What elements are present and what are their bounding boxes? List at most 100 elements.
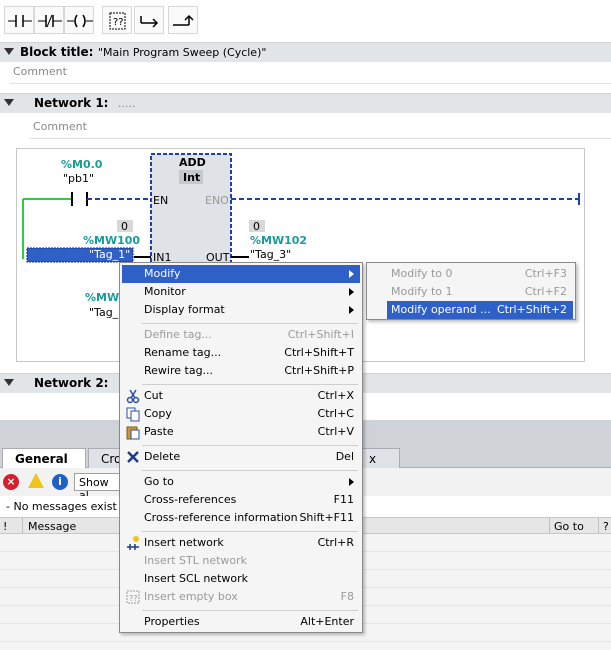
menu-item-modify[interactable]: Modify [122,265,360,283]
network-1-header[interactable]: Network 1: ..... [0,93,611,113]
column-message[interactable]: Message [28,520,76,533]
menu-item-paste[interactable]: Paste Ctrl+V [122,423,360,441]
menu-item-insert-empty-box[interactable]: ?? Insert empty box F8 [122,588,360,606]
menu-item-define-tag[interactable]: Define tag... Ctrl+Shift+I [122,326,360,344]
submenu-arrow-icon [349,478,354,486]
paste-icon [126,426,140,440]
menu-shortcut: Alt+Enter [300,615,354,628]
menu-item-delete[interactable]: Delete Del [122,448,360,466]
menu-item-insert-stl-network[interactable]: Insert STL network [122,552,360,570]
close-branch-button[interactable] [168,6,198,34]
menu-item-display-format[interactable]: Display format [122,301,360,319]
menu-item-cross-reference-info[interactable]: Cross-reference information Shift+F11 [122,509,360,527]
menu-item-cross-references[interactable]: Cross-references F11 [122,491,360,509]
menu-item-properties[interactable]: Properties Alt+Enter [122,613,360,631]
insert-network-icon [127,536,139,550]
network-1-title[interactable]: ..... [118,97,135,110]
menu-label: Display format [144,303,225,316]
empty-box-icon: ?? [126,590,140,604]
delete-x-icon [127,451,139,463]
menu-label: Modify operand ... [391,303,491,316]
menu-separator [142,384,358,385]
menu-shortcut: Del [335,450,354,463]
add-box-name[interactable]: ADD [179,156,206,169]
no-contact-button[interactable] [4,6,34,34]
menu-separator [142,323,358,324]
network-2-label: Network 2: [34,376,109,390]
collapse-triangle-icon[interactable] [4,99,14,106]
menu-separator [142,531,358,532]
menu-shortcut: Ctrl+F2 [524,285,567,298]
menu-label: Cross-reference information [144,511,298,524]
menu-item-rewire-tag[interactable]: Rewire tag... Ctrl+Shift+P [122,362,360,380]
menu-label: Cross-references [144,493,237,506]
contact-address[interactable]: %M0.0 [61,158,102,171]
menu-item-monitor[interactable]: Monitor [122,283,360,301]
menu-item-copy[interactable]: Copy Ctrl+C [122,405,360,423]
menu-label: Properties [144,615,200,628]
menu-shortcut: Ctrl+Shift+I [287,328,354,341]
block-title-value[interactable]: "Main Program Sweep (Cycle)" [98,46,266,59]
column-help[interactable]: ? [603,520,609,533]
submenu-arrow-icon [349,288,354,296]
menu-label: Rewire tag... [144,364,214,377]
menu-label: Delete [144,450,181,463]
add-box-type[interactable]: Int [183,171,200,184]
menu-shortcut: Ctrl+Shift+T [284,346,354,359]
menu-label: Modify [144,267,181,280]
network-1-label: Network 1: [34,96,109,110]
in1-monitor-value: 0 [121,220,128,233]
block-comment-field[interactable]: Comment [10,62,611,84]
menu-item-cut[interactable]: Cut Ctrl+X [122,387,360,405]
block-title-label: Block title: [20,45,94,59]
column-bang[interactable]: ! [3,520,7,533]
menu-item-modify-to-1[interactable]: Modify to 1 Ctrl+F2 [387,283,573,301]
submenu-arrow-icon [349,306,354,314]
collapse-triangle-icon[interactable] [4,48,14,55]
empty-box-icon: ?? [109,12,126,30]
menu-item-go-to[interactable]: Go to [122,473,360,491]
column-goto[interactable]: Go to [554,520,584,533]
block-title-header[interactable]: Block title: "Main Program Sweep (Cycle)… [0,42,611,62]
menu-item-insert-network[interactable]: Insert network Ctrl+R [122,534,360,552]
menu-shortcut: Ctrl+R [317,536,354,549]
menu-shortcut: F8 [340,590,354,603]
svg-text:??: ?? [129,594,138,603]
menu-shortcut: Ctrl+F3 [524,267,567,280]
out-tag[interactable]: "Tag_3" [250,248,291,261]
menu-shortcut: Shift+F11 [299,511,354,524]
nc-contact-icon [38,14,62,28]
open-branch-button[interactable] [134,6,164,34]
menu-item-insert-scl-network[interactable]: Insert SCL network [122,570,360,588]
open-branch-icon [140,16,159,28]
in2-tag[interactable]: "Tag_ [89,306,118,319]
menu-label: Go to [144,475,174,488]
out-address[interactable]: %MW102 [250,234,307,247]
nc-contact-button[interactable] [34,6,64,34]
menu-shortcut: Ctrl+C [317,407,354,420]
menu-shortcut: Ctrl+V [317,425,354,438]
info-filter-icon[interactable]: i [52,474,68,490]
menu-label: Paste [144,425,174,438]
menu-item-rename-tag[interactable]: Rename tag... Ctrl+Shift+T [122,344,360,362]
menu-label: Modify to 0 [391,267,453,280]
error-filter-icon[interactable]: × [3,474,19,490]
tab-general[interactable]: General [2,448,86,469]
collapse-triangle-icon[interactable] [4,379,14,386]
show-all-dropdown[interactable]: Show al [74,473,122,502]
network-1-comment-field[interactable]: Comment [30,117,611,139]
no-messages-text: - No messages exist [6,500,117,513]
in1-address[interactable]: %MW100 [83,234,140,247]
empty-box-button[interactable]: ?? [102,6,132,34]
menu-item-modify-operand[interactable]: Modify operand ... Ctrl+Shift+2 [387,301,573,319]
menu-separator [142,445,358,446]
svg-text:??: ?? [113,17,124,28]
contact-tag[interactable]: "pb1" [63,172,94,185]
warning-filter-icon[interactable] [28,473,44,488]
ladder-toolbar: ?? [0,0,611,42]
menu-item-modify-to-0[interactable]: Modify to 0 Ctrl+F3 [387,265,573,283]
menu-separator [142,470,358,471]
block-comment-placeholder: Comment [13,65,67,78]
coil-button[interactable] [64,6,94,34]
in1-tag[interactable]: "Tag_1" [89,248,130,261]
